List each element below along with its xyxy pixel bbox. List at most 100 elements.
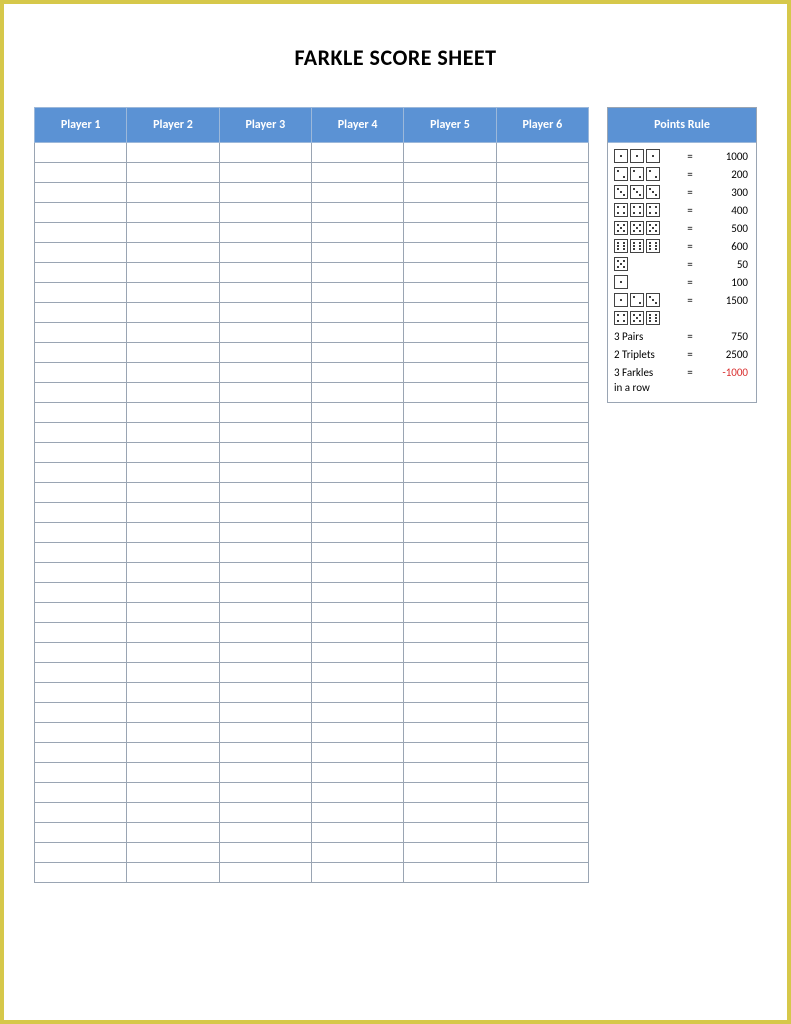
score-cell [496,623,588,643]
score-cell [496,823,588,843]
score-cell [35,623,127,643]
score-cell [311,683,403,703]
rule-label: 3 Farkles [614,366,680,379]
score-cell [311,603,403,623]
player-header-6: Player 6 [496,108,588,143]
rule-equals: = [684,186,696,199]
score-cell [404,523,496,543]
score-cell [311,803,403,823]
score-cell [127,443,219,463]
score-cell [127,623,219,643]
die-4-icon [630,203,644,217]
score-cell [404,343,496,363]
score-cell [127,243,219,263]
die-2-icon [614,167,628,181]
score-cell [496,543,588,563]
score-cell [496,163,588,183]
score-cell [311,163,403,183]
score-cell [35,143,127,163]
score-cell [311,843,403,863]
score-row [35,223,589,243]
die-5-icon [630,221,644,235]
score-cell [219,863,311,883]
score-row [35,423,589,443]
score-cell [219,343,311,363]
score-cell [219,683,311,703]
score-cell [127,723,219,743]
score-cell [496,763,588,783]
score-cell [496,583,588,603]
rule-value: 750 [700,330,750,343]
points-rule-box: Points Rule =1000=200=300=400=500=600=50… [607,107,757,403]
die-2-icon [630,293,644,307]
rule-dice [614,167,680,181]
player-header-1: Player 1 [35,108,127,143]
score-cell [311,703,403,723]
score-cell [35,423,127,443]
score-cell [311,743,403,763]
score-cell [311,763,403,783]
score-cell [219,203,311,223]
score-cell [404,483,496,503]
score-cell [219,823,311,843]
score-cell [496,323,588,343]
score-cell [311,823,403,843]
score-cell [127,463,219,483]
die-3-icon [614,185,628,199]
score-cell [35,783,127,803]
score-cell [404,463,496,483]
rule-equals: = [684,222,696,235]
score-cell [219,583,311,603]
score-cell [35,243,127,263]
score-cell [311,183,403,203]
rule-row: =600 [608,237,756,255]
page-title: FARKLE SCORE SHEET [34,44,757,71]
score-cell [127,763,219,783]
score-cell [496,263,588,283]
score-row [35,163,589,183]
score-cell [35,463,127,483]
score-cell [219,703,311,723]
score-cell [35,283,127,303]
rule-row: 3 Pairs=750 [608,327,756,345]
score-cell [35,523,127,543]
score-row [35,683,589,703]
score-cell [311,543,403,563]
score-cell [496,343,588,363]
score-cell [219,783,311,803]
score-cell [404,403,496,423]
score-cell [219,643,311,663]
score-row [35,803,589,823]
score-cell [219,243,311,263]
die-6-icon [646,311,660,325]
score-cell [496,363,588,383]
rule-row: =300 [608,183,756,201]
score-cell [127,783,219,803]
document-frame: FARKLE SCORE SHEET Player 1Player 2Playe… [0,0,791,1024]
score-cell [127,663,219,683]
rule-row: =1500 [608,291,756,309]
score-row [35,703,589,723]
score-cell [127,163,219,183]
score-cell [311,863,403,883]
score-cell [35,863,127,883]
content-area: Player 1Player 2Player 3Player 4Player 5… [34,107,757,883]
score-cell [219,843,311,863]
score-cell [35,403,127,423]
rule-row: =1000 [608,147,756,165]
score-cell [35,483,127,503]
die-2-icon [630,167,644,181]
rule-value: 2500 [700,348,750,361]
score-cell [35,303,127,323]
score-cell [496,863,588,883]
score-cell [219,663,311,683]
score-row [35,463,589,483]
points-rule-header: Points Rule [608,108,756,143]
score-cell [311,383,403,403]
rule-value: -1000 [700,366,750,379]
score-cell [127,343,219,363]
die-1-icon [614,293,628,307]
score-cell [311,623,403,643]
score-cell [35,383,127,403]
score-cell [404,503,496,523]
